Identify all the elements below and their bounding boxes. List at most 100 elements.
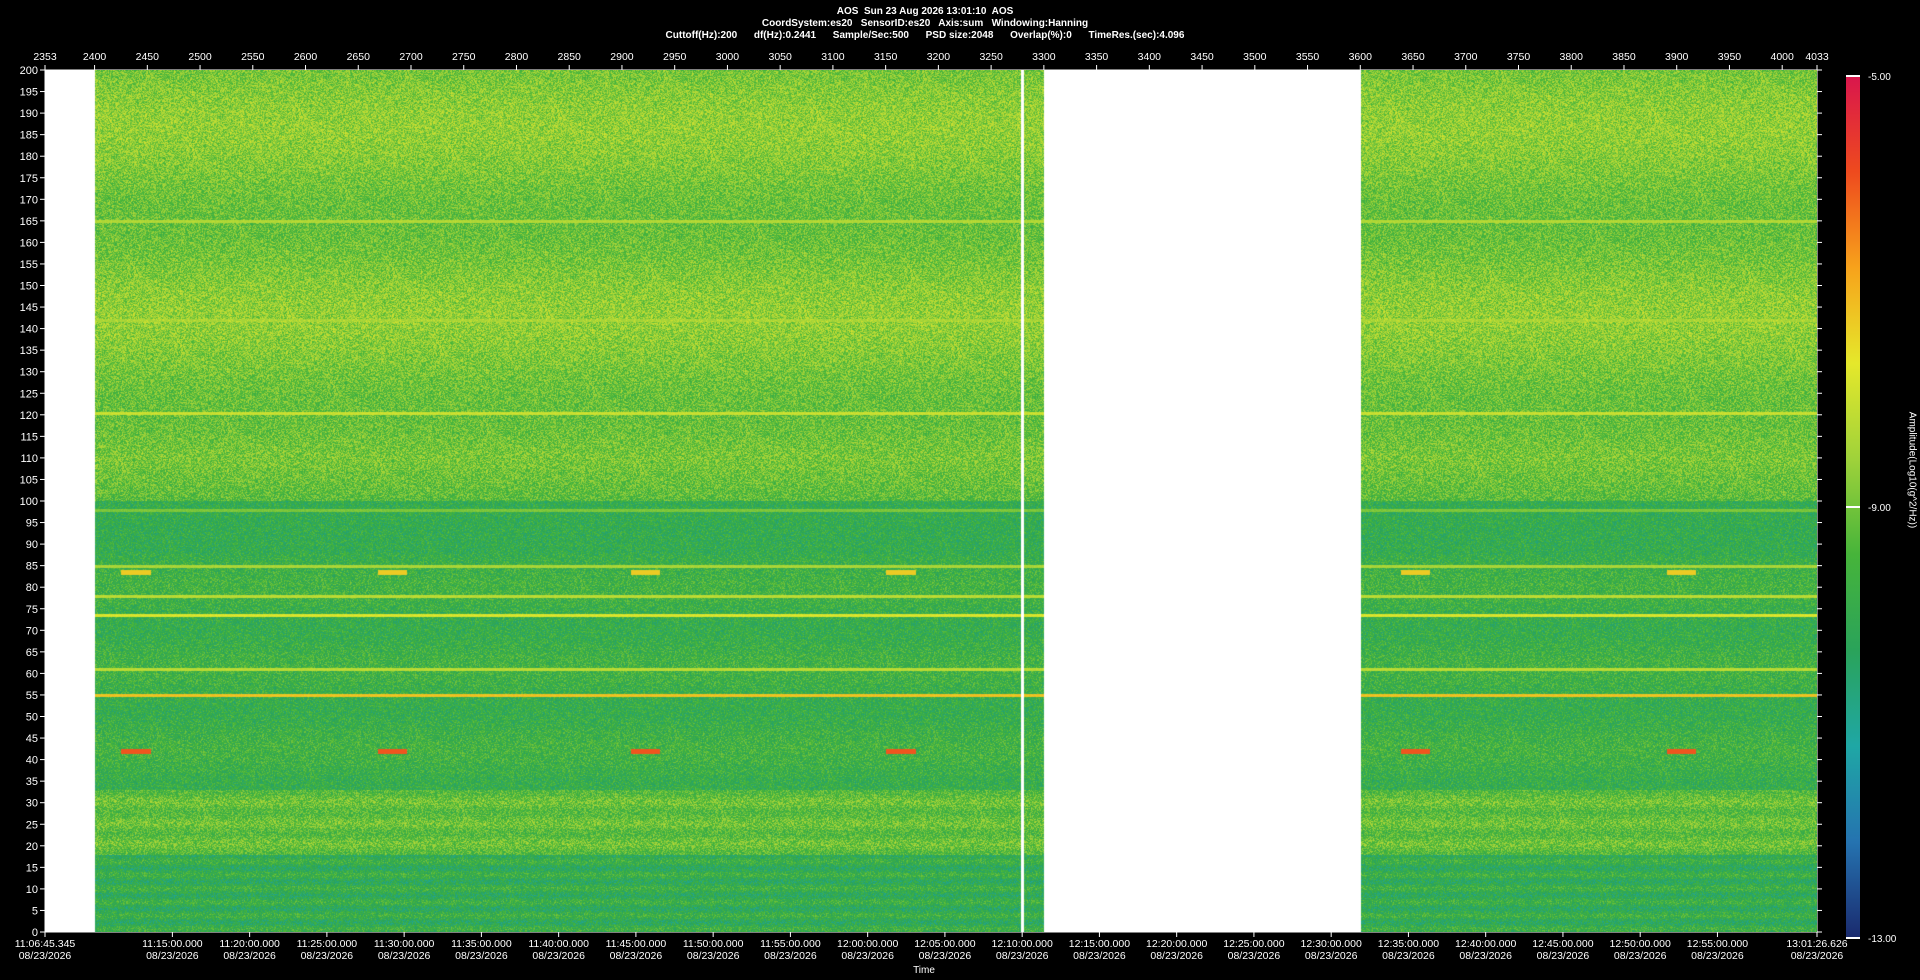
top-tick-label: 3050 xyxy=(768,51,792,63)
time-tick-label: 12:40:00.000 xyxy=(1455,938,1516,950)
y-tick-label: 55 xyxy=(26,690,38,702)
colorbar-tick-label: -9.00 xyxy=(1868,503,1891,514)
y-tick-label: 10 xyxy=(26,884,38,896)
y-tick-label: 125 xyxy=(20,388,38,400)
date-tick-label: 08/23/2026 xyxy=(764,950,817,962)
time-tick-label: 11:50:00.000 xyxy=(683,938,744,950)
top-tick-label: 2550 xyxy=(241,51,265,63)
top-tick-label: 3200 xyxy=(927,51,951,63)
time-tick-label: 12:15:00.000 xyxy=(1069,938,1130,950)
top-tick-label: 3900 xyxy=(1665,51,1689,63)
time-tick-label: 12:30:00.000 xyxy=(1301,938,1362,950)
top-tick-label: 2450 xyxy=(136,51,160,63)
date-tick-label: 08/23/2026 xyxy=(1073,950,1126,962)
y-tick-label: 140 xyxy=(20,324,38,336)
time-tick-label: 11:06:45.345 xyxy=(15,938,76,950)
date-tick-label: 08/23/2026 xyxy=(1459,950,1512,962)
top-tick-label: 4033 xyxy=(1805,51,1829,63)
time-tick-label: 12:35:00.000 xyxy=(1378,938,1439,950)
y-tick-label: 15 xyxy=(26,862,38,874)
y-tick-label: 70 xyxy=(26,625,38,637)
top-tick-label: 4000 xyxy=(1771,51,1795,63)
top-tick-label: 3350 xyxy=(1085,51,1109,63)
top-tick-label: 2850 xyxy=(558,51,582,63)
time-tick-label: 12:05:00.000 xyxy=(914,938,975,950)
top-tick-label: 3700 xyxy=(1454,51,1478,63)
colorbar-tick-label: -5.00 xyxy=(1868,72,1891,83)
top-tick-label: 2950 xyxy=(663,51,687,63)
top-tick-label: 2650 xyxy=(347,51,371,63)
y-tick-label: 95 xyxy=(26,518,38,530)
y-tick-label: 80 xyxy=(26,582,38,594)
date-tick-label: 08/23/2026 xyxy=(19,950,72,962)
date-tick-label: 08/23/2026 xyxy=(841,950,894,962)
date-tick-label: 08/23/2026 xyxy=(532,950,585,962)
date-tick-label: 08/23/2026 xyxy=(996,950,1049,962)
y-tick-label: 85 xyxy=(26,561,38,573)
top-tick-label: 3850 xyxy=(1612,51,1636,63)
top-tick-label: 2600 xyxy=(294,51,318,63)
top-tick-label: 2800 xyxy=(505,51,529,63)
y-tick-label: 110 xyxy=(20,453,38,465)
colorbar-tick-label: -13.00 xyxy=(1868,934,1897,945)
time-tick-label: 11:55:00.000 xyxy=(760,938,821,950)
colorbar: -5.00 -9.00 -13.00 xyxy=(1846,72,1897,945)
date-tick-label: 08/23/2026 xyxy=(455,950,508,962)
y-tick-label: 25 xyxy=(26,819,38,831)
time-tick-label: 12:55:00.000 xyxy=(1687,938,1748,950)
top-tick-label: 3500 xyxy=(1243,51,1267,63)
y-tick-label: 185 xyxy=(20,130,38,142)
top-tick-label: 3400 xyxy=(1138,51,1162,63)
date-tick-label: 08/23/2026 xyxy=(1614,950,1667,962)
time-tick-label: 12:45:00.000 xyxy=(1532,938,1593,950)
time-tick-label: 11:45:00.000 xyxy=(606,938,667,950)
time-axis: 11:06:45.34508/23/202611:15:00.00008/23/… xyxy=(15,932,1848,962)
top-tick-label: 2500 xyxy=(188,51,212,63)
top-tick-label: 2750 xyxy=(452,51,476,63)
date-tick-label: 08/23/2026 xyxy=(919,950,972,962)
top-tick-label: 3300 xyxy=(1032,51,1056,63)
top-tick-label: 3100 xyxy=(821,51,845,63)
date-tick-label: 08/23/2026 xyxy=(1791,950,1844,962)
y-tick-label: 130 xyxy=(20,367,38,379)
date-tick-label: 08/23/2026 xyxy=(687,950,740,962)
top-tick-label: 3550 xyxy=(1296,51,1320,63)
time-tick-label: 11:40:00.000 xyxy=(528,938,589,950)
top-tick-label: 3750 xyxy=(1507,51,1531,63)
y-tick-label: 60 xyxy=(26,668,38,680)
time-tick-label: 12:20:00.000 xyxy=(1146,938,1207,950)
time-tick-label: 11:20:00.000 xyxy=(219,938,280,950)
date-tick-label: 08/23/2026 xyxy=(1305,950,1358,962)
y-tick-label: 45 xyxy=(26,733,38,745)
time-tick-label: 12:25:00.000 xyxy=(1223,938,1284,950)
date-tick-label: 08/23/2026 xyxy=(1228,950,1281,962)
top-tick-label: 3450 xyxy=(1190,51,1214,63)
time-tick-label: 12:10:00.000 xyxy=(992,938,1053,950)
time-tick-label: 11:35:00.000 xyxy=(451,938,512,950)
spectrogram-heatmap[interactable] xyxy=(45,70,1817,932)
top-tick-label: 3950 xyxy=(1718,51,1742,63)
date-tick-label: 08/23/2026 xyxy=(1691,950,1744,962)
top-tick-label: 3250 xyxy=(979,51,1003,63)
y-tick-label: 120 xyxy=(20,410,38,422)
y-tick-label: 160 xyxy=(20,237,38,249)
y-tick-label: 195 xyxy=(20,87,38,99)
y-tick-label: 40 xyxy=(26,755,38,767)
y-tick-label: 75 xyxy=(26,604,38,616)
top-tick-label: 3000 xyxy=(716,51,740,63)
y-tick-label: 30 xyxy=(26,798,38,810)
y-tick-label: 90 xyxy=(26,539,38,551)
top-tick-label: 3600 xyxy=(1349,51,1373,63)
y-tick-label: 105 xyxy=(20,474,38,486)
y-tick-label: 20 xyxy=(26,841,38,853)
top-tick-label: 2400 xyxy=(83,51,107,63)
time-tick-label: 11:25:00.000 xyxy=(297,938,358,950)
top-tick-label: 2900 xyxy=(610,51,634,63)
top-axis: 2353 2400 2450 2500 2550 2600 2650 2700 2750 2800… xyxy=(33,51,1829,70)
colorbar-title: Amplitude(Log10(g^2/Hz)) xyxy=(1906,411,1918,529)
date-tick-label: 08/23/2026 xyxy=(146,950,199,962)
y-tick-label: 170 xyxy=(20,194,38,206)
y-tick-label: 115 xyxy=(20,431,38,443)
date-tick-label: 08/23/2026 xyxy=(1150,950,1203,962)
time-tick-label: 13:01:26.626 xyxy=(1786,938,1847,950)
